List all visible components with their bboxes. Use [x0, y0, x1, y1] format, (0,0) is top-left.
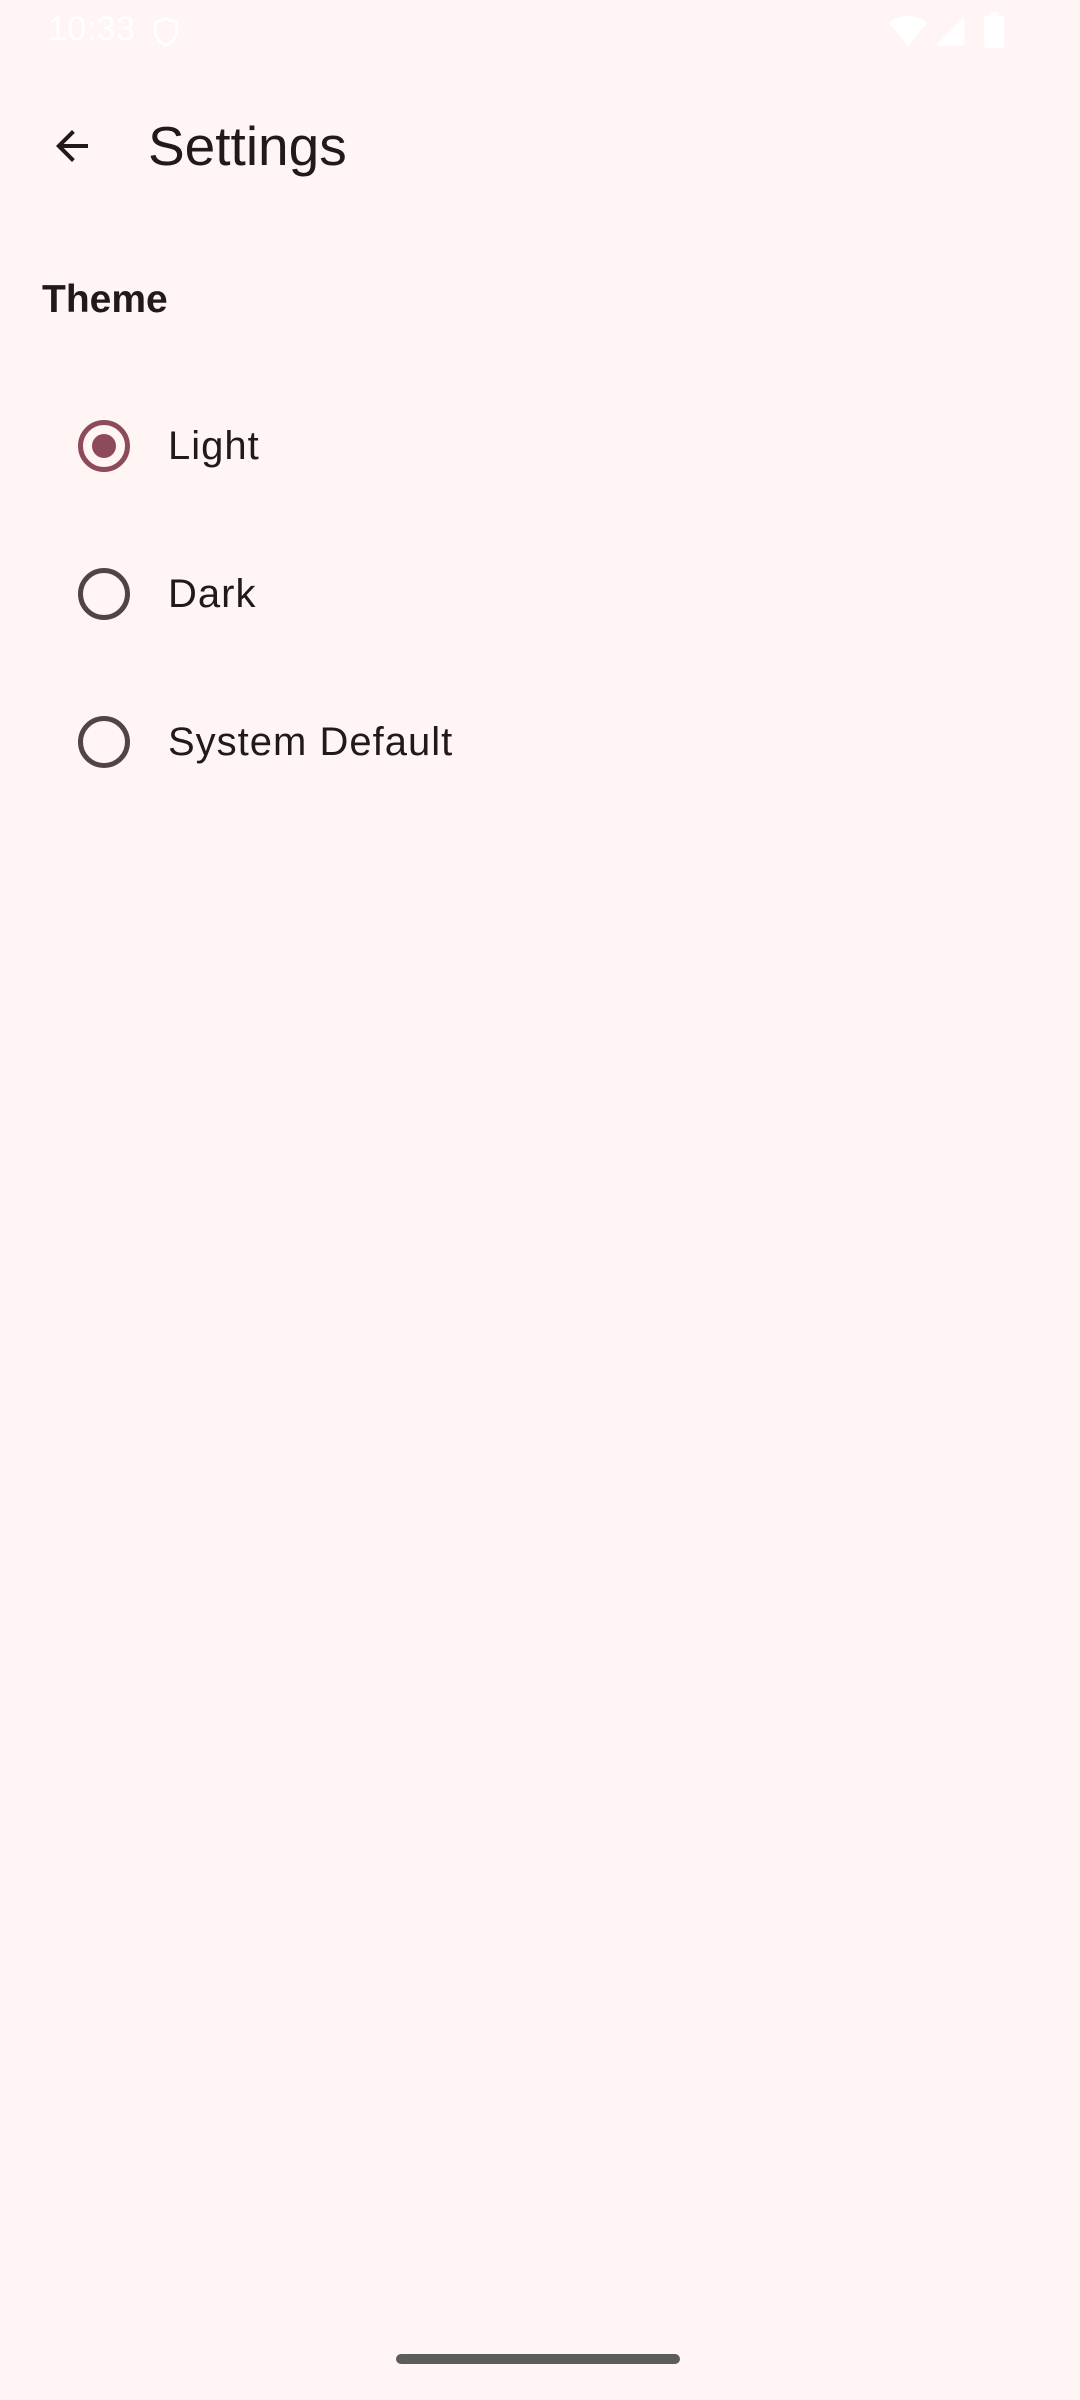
theme-option-label: Dark [168, 572, 257, 616]
status-time: 10:33 [48, 10, 136, 48]
vpn-shield-icon [150, 16, 182, 53]
gesture-navigation-handle[interactable] [396, 2354, 680, 2364]
radio-button-light[interactable] [78, 420, 130, 472]
top-app-bar: Settings [0, 80, 1080, 212]
radio-button-dark[interactable] [78, 568, 130, 620]
theme-option-label: System Default [168, 720, 454, 764]
radio-selected-dot [92, 434, 116, 458]
cellular-signal-icon [934, 14, 966, 53]
wifi-icon [888, 14, 928, 53]
theme-option-label: Light [168, 424, 260, 468]
theme-section-title: Theme [42, 278, 168, 321]
battery-icon [984, 12, 1004, 53]
theme-option-light[interactable]: Light [0, 372, 1080, 520]
theme-option-system-default[interactable]: System Default [0, 668, 1080, 816]
radio-button-system-default[interactable] [78, 716, 130, 768]
theme-option-dark[interactable]: Dark [0, 520, 1080, 668]
status-bar: 10:33 [0, 0, 1080, 60]
arrow-back-icon [48, 122, 96, 170]
page-title: Settings [148, 115, 347, 177]
theme-radio-group: Light Dark System Default [0, 372, 1080, 816]
back-button[interactable] [24, 98, 120, 194]
